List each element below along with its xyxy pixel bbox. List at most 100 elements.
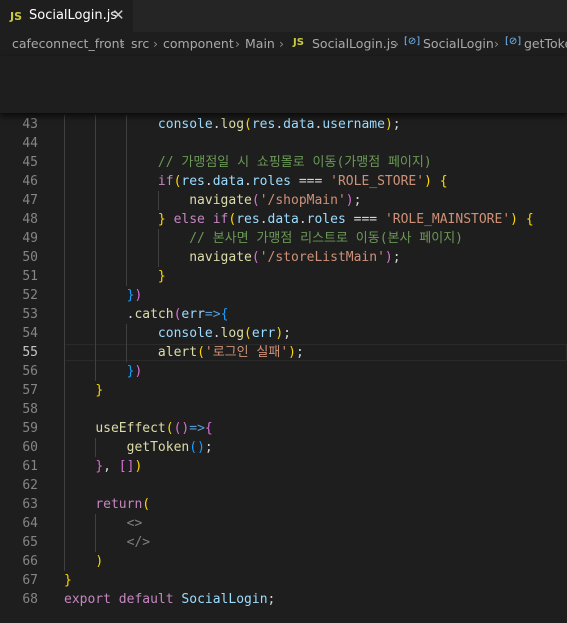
code-text: navigate('/storeListMain'); xyxy=(189,250,401,265)
line-number: 57 xyxy=(22,383,38,398)
line-number: 66 xyxy=(22,554,38,569)
breadcrumb-item-file[interactable]: SocialLogin.js xyxy=(312,36,397,51)
line-number: 62 xyxy=(22,478,38,493)
code-line[interactable]: 59 useEffect(()=>{ xyxy=(0,419,567,438)
code-line[interactable]: 57 } xyxy=(0,381,567,400)
symbol-variable-icon: [⊘] xyxy=(404,36,421,47)
code-line[interactable]: 56 }) xyxy=(0,362,567,381)
code-line[interactable]: 43 console.log(res.data.username); xyxy=(0,115,567,134)
indent-guide xyxy=(157,229,159,267)
code-line[interactable]: 66 ) xyxy=(0,552,567,571)
code-text: }) xyxy=(126,288,143,303)
code-line[interactable]: 60 getToken(); xyxy=(0,438,567,457)
code-line[interactable]: 67} xyxy=(0,571,567,590)
code-text: <> xyxy=(126,516,143,531)
sticky-scroll-header-shadow xyxy=(0,56,567,113)
code-text: // 본사면 가맹점 리스트로 이동(본사 페이지) xyxy=(189,231,463,246)
code-text: export default SocialLogin; xyxy=(64,592,276,607)
breadcrumb-item-gettoken[interactable]: getToke xyxy=(524,36,567,51)
code-text: // 가맹점일 시 쇼핑몰로 이동(가맹점 페이지) xyxy=(157,155,432,170)
line-number: 53 xyxy=(22,307,38,322)
breadcrumb: cafeconnect_front › src › component › Ma… xyxy=(0,32,567,56)
line-number: 58 xyxy=(22,402,38,417)
javascript-file-icon: JS xyxy=(10,10,23,23)
tab-label: SocialLogin.js xyxy=(29,8,118,23)
line-number: 59 xyxy=(22,421,38,436)
code-text: console.log(res.data.username); xyxy=(157,117,401,132)
indent-guide xyxy=(126,115,128,286)
breadcrumb-item-component[interactable]: component xyxy=(163,36,234,51)
code-line[interactable]: 51 } xyxy=(0,267,567,286)
breadcrumb-separator-icon: › xyxy=(235,36,240,51)
line-number: 56 xyxy=(22,364,38,379)
code-text: } else if(res.data.roles === 'ROLE_MAINS… xyxy=(157,212,534,227)
indent-guide xyxy=(95,438,97,457)
code-line[interactable]: 65 </> xyxy=(0,533,567,552)
code-text: </> xyxy=(126,535,151,550)
breadcrumb-item-project[interactable]: cafeconnect_front xyxy=(12,36,124,51)
line-number: 55 xyxy=(22,345,38,360)
line-number: 49 xyxy=(22,231,38,246)
code-text: if(res.data.roles === 'ROLE_STORE') { xyxy=(157,174,448,189)
line-number: 47 xyxy=(22,193,38,208)
code-text: .catch(err=>{ xyxy=(64,307,229,322)
code-line[interactable]: 48 } else if(res.data.roles === 'ROLE_MA… xyxy=(0,210,567,229)
breadcrumb-item-src[interactable]: src xyxy=(131,36,149,51)
code-line[interactable]: 58 xyxy=(0,400,567,419)
code-line[interactable]: 63 return( xyxy=(0,495,567,514)
code-line[interactable]: 61 }, []) xyxy=(0,457,567,476)
javascript-file-icon: JS xyxy=(293,37,304,48)
line-number: 46 xyxy=(22,174,38,189)
code-line[interactable]: 52 }) xyxy=(0,286,567,305)
line-number: 44 xyxy=(22,136,38,151)
code-text: ) xyxy=(95,554,104,569)
code-line[interactable]: 62 xyxy=(0,476,567,495)
indent-guide xyxy=(126,324,128,362)
code-line[interactable]: 54 console.log(err); xyxy=(0,324,567,343)
indent-guide xyxy=(95,115,97,381)
tab-sociallogin-js[interactable]: JS SocialLogin.js ✕ xyxy=(0,0,133,32)
line-number: 60 xyxy=(22,440,38,455)
breadcrumb-item-main[interactable]: Main xyxy=(245,36,275,51)
line-number: 65 xyxy=(22,535,38,550)
code-line[interactable]: 47 navigate('/shopMain'); xyxy=(0,191,567,210)
code-line[interactable]: 49 // 본사면 가맹점 리스트로 이동(본사 페이지) xyxy=(0,229,567,248)
code-line[interactable]: 53 .catch(err=>{ xyxy=(0,305,567,324)
breadcrumb-separator-icon: › xyxy=(153,36,158,51)
code-text: }, []) xyxy=(95,459,143,474)
indent-guide xyxy=(95,514,97,552)
code-text: alert('로그인 실패'); xyxy=(157,345,304,360)
indent-guide xyxy=(64,115,65,571)
code-text: } xyxy=(95,383,104,398)
code-line[interactable]: 64 <> xyxy=(0,514,567,533)
code-text: } xyxy=(64,573,72,588)
line-number: 64 xyxy=(22,516,38,531)
line-number: 61 xyxy=(22,459,38,474)
line-number: 68 xyxy=(22,592,38,607)
code-line[interactable]: 45 // 가맹점일 시 쇼핑몰로 이동(가맹점 페이지) xyxy=(0,153,567,172)
close-icon[interactable]: ✕ xyxy=(112,6,125,24)
code-text: return( xyxy=(95,497,151,512)
code-line[interactable]: 44 xyxy=(0,134,567,153)
code-text: console.log(err); xyxy=(157,326,291,341)
breadcrumb-separator-icon: › xyxy=(494,36,499,51)
line-number: 63 xyxy=(22,497,38,512)
line-number: 54 xyxy=(22,326,38,341)
line-number: 50 xyxy=(22,250,38,265)
code-text: getToken(); xyxy=(126,440,213,455)
code-line[interactable]: 68 export default SocialLogin; xyxy=(0,590,567,609)
line-number: 51 xyxy=(22,269,38,284)
breadcrumb-item-sociallogin[interactable]: SocialLogin xyxy=(423,36,494,51)
code-line[interactable]: 46 if(res.data.roles === 'ROLE_STORE') { xyxy=(0,172,567,191)
indent-guide xyxy=(157,191,159,210)
code-editor[interactable]: 8const SocialLogin = () => {25 const get… xyxy=(0,56,567,623)
code-text: }) xyxy=(126,364,143,379)
code-text: } xyxy=(157,269,166,284)
breadcrumb-separator-icon: › xyxy=(394,36,399,51)
code-line[interactable]: 55 alert('로그인 실패'); xyxy=(0,343,567,362)
code-line[interactable]: 50 navigate('/storeListMain'); xyxy=(0,248,567,267)
line-number: 45 xyxy=(22,155,38,170)
line-number: 43 xyxy=(22,117,38,132)
line-number: 67 xyxy=(22,573,38,588)
editor-tab-bar: JS SocialLogin.js ✕ xyxy=(0,0,567,32)
